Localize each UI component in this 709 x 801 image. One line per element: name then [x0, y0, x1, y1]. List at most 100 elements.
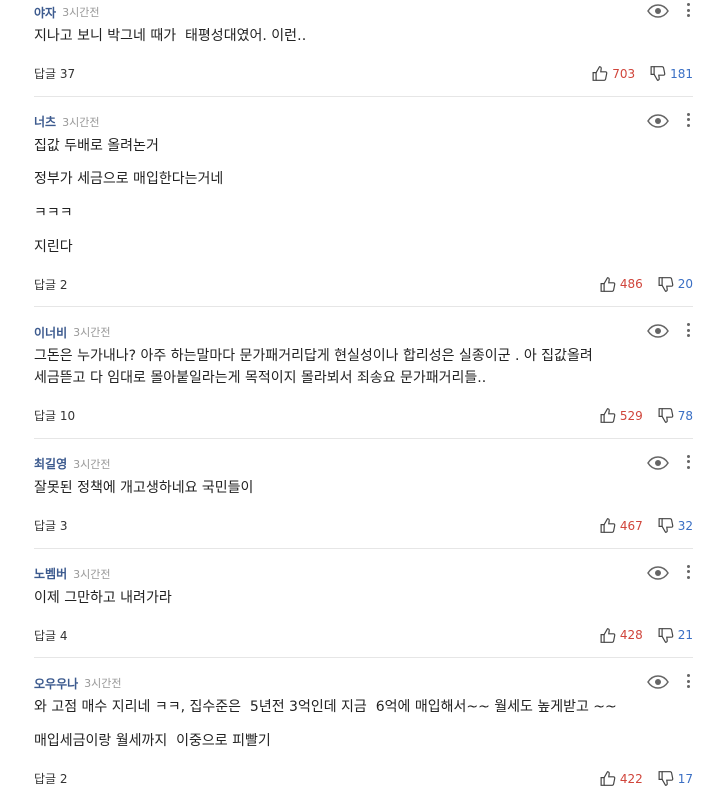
dislike-button[interactable]: 181 [649, 65, 693, 82]
more-options-icon[interactable] [683, 564, 693, 580]
comment-footer: 답글 10 529 78 [34, 404, 693, 438]
comment-tools [647, 564, 693, 580]
comment-footer: 답글 37 703 181 [34, 62, 693, 96]
comment-header: 너츠 3시간전 [34, 110, 693, 132]
comment-text-line: 정부가 세금으로 매입한다는거네 [34, 171, 224, 188]
comment-time: 3시간전 [84, 677, 122, 691]
comment-tools [647, 673, 693, 689]
eye-icon[interactable] [647, 455, 669, 470]
reply-button[interactable]: 답글 2 [34, 276, 68, 293]
reply-button[interactable]: 답글 2 [34, 770, 68, 787]
more-options-icon[interactable] [683, 2, 693, 18]
thumbs-down-icon [657, 770, 678, 787]
thumbs-down-icon [657, 517, 678, 534]
comment-item: 노벰버 3시간전 이제 그만하고 내려가라 답글 4 428 21 [34, 549, 693, 659]
eye-icon[interactable] [647, 323, 669, 339]
dislike-count: 21 [677, 628, 693, 643]
thumbs-up-icon [599, 627, 620, 644]
reply-button[interactable]: 답글 4 [34, 627, 68, 644]
like-button[interactable]: 703 [591, 65, 635, 82]
comment-header: 오우우나 3시간전 [34, 671, 693, 693]
comment-text-line: ㅋㅋㅋ [34, 205, 73, 222]
eye-icon[interactable] [647, 113, 669, 128]
vote-group: 703 181 [577, 65, 693, 82]
comment-time: 3시간전 [73, 567, 111, 581]
comment-author[interactable]: 노벰버 [34, 565, 67, 582]
like-count: 529 [619, 408, 643, 423]
comment-body: 그돈은 누가내나? 아주 하는말마다 문가패거리답게 현실성이나 합리성은 실종… [34, 346, 693, 389]
thumbs-up-icon [599, 407, 620, 424]
dislike-button[interactable]: 21 [657, 627, 693, 644]
like-button[interactable]: 422 [599, 770, 643, 787]
thumbs-up-icon [599, 770, 620, 787]
comment-header: 이너비 3시간전 [34, 320, 693, 342]
comment-text-line: 지나고 보니 박그네 때가 태평성대였어. 이런‥ [34, 28, 307, 44]
more-options-icon[interactable] [683, 322, 693, 338]
thumbs-down-icon [657, 627, 678, 644]
comment-footer: 답글 3 467 32 [34, 514, 693, 548]
comment-time: 3시간전 [62, 115, 100, 129]
comment-header: 야자 3시간전 [34, 0, 693, 22]
reply-button[interactable]: 답글 10 [34, 407, 75, 424]
more-options-icon[interactable] [683, 454, 693, 470]
comment-footer: 답글 2 422 17 [34, 767, 693, 801]
like-count: 422 [619, 771, 643, 786]
comment-text-line: 집값 두배로 올려논거 [34, 137, 159, 154]
comment-footer: 답글 4 428 21 [34, 623, 693, 657]
like-count: 486 [619, 277, 643, 292]
comment-author[interactable]: 오우우나 [34, 675, 78, 692]
dislike-count: 78 [677, 408, 693, 423]
comment-author[interactable]: 최길영 [34, 455, 67, 472]
eye-icon[interactable] [647, 3, 669, 18]
more-options-icon[interactable] [683, 673, 693, 689]
like-button[interactable]: 486 [599, 276, 643, 293]
thumbs-up-icon [591, 65, 612, 82]
comment-body: 와 고점 매수 지리네 ㅋㅋ, 집수준은 5년전 3억인데 지금 6억에 매입해… [34, 697, 693, 752]
dislike-button[interactable]: 20 [657, 276, 693, 293]
like-count: 428 [619, 628, 643, 643]
comment-header: 노벰버 3시간전 [34, 562, 693, 584]
comment-body: 집값 두배로 올려논거 정부가 세금으로 매입한다는거네 ㅋㅋㅋ 지린다 [34, 136, 693, 259]
reply-button[interactable]: 답글 3 [34, 517, 68, 534]
like-button[interactable]: 529 [599, 407, 643, 424]
comment-time: 3시간전 [62, 6, 100, 19]
eye-icon[interactable] [647, 565, 669, 580]
thumbs-up-icon [599, 517, 620, 534]
dislike-count: 181 [670, 66, 693, 81]
thumbs-down-icon [657, 407, 678, 424]
like-button[interactable]: 467 [599, 517, 643, 534]
comment-text-line: 매입세금이랑 월세까지 이중으로 피빨기 [34, 732, 271, 749]
comment-tools [647, 322, 693, 339]
comment-text-line: 그돈은 누가내나? 아주 하는말마다 문가패거리답게 현실성이나 합리성은 실종… [34, 348, 593, 387]
comment-item: 야자 3시간전 지나고 보니 박그네 때가 태평성대였어. 이런‥ 답글 37 … [34, 0, 693, 97]
dislike-button[interactable]: 32 [657, 517, 693, 534]
comment-tools [647, 112, 693, 128]
comment-author[interactable]: 야자 [34, 4, 56, 21]
comment-item: 오우우나 3시간전 와 고점 매수 지리네 ㅋㅋ, 집수준은 5년전 3억인데 … [34, 658, 693, 800]
reply-button[interactable]: 답글 37 [34, 65, 75, 82]
like-count: 467 [619, 518, 643, 533]
comment-text-line: 와 고점 매수 지리네 ㅋㅋ, 집수준은 5년전 3억인데 지금 6억에 매입해… [34, 699, 617, 716]
like-button[interactable]: 428 [599, 627, 643, 644]
comment-tools [647, 2, 693, 18]
comment-body: 지나고 보니 박그네 때가 태평성대였어. 이런‥ [34, 26, 693, 48]
comment-body: 잘못된 정책에 개고생하네요 국민들이 [34, 478, 693, 500]
comment-time: 3시간전 [73, 326, 111, 340]
comment-text-line: 잘못된 정책에 개고생하네요 국민들이 [34, 479, 254, 496]
comment-author[interactable]: 너츠 [34, 113, 56, 130]
comment-list: 야자 3시간전 지나고 보니 박그네 때가 태평성대였어. 이런‥ 답글 37 … [0, 0, 709, 801]
comment-body: 이제 그만하고 내려가라 [34, 588, 693, 610]
more-options-icon[interactable] [683, 112, 693, 128]
comment-text-line: 이제 그만하고 내려가라 [34, 589, 172, 606]
dislike-button[interactable]: 17 [657, 770, 693, 787]
dislike-button[interactable]: 78 [657, 407, 693, 424]
thumbs-up-icon [599, 276, 620, 293]
comment-tools [647, 454, 693, 470]
vote-group: 529 78 [585, 407, 693, 424]
dislike-count: 32 [677, 518, 693, 533]
comment-author[interactable]: 이너비 [34, 324, 67, 341]
vote-group: 467 32 [585, 517, 693, 534]
comment-header: 최길영 3시간전 [34, 452, 693, 474]
comment-item: 너츠 3시간전 집값 두배로 올려논거 정부가 세금으로 매입한다는거네 ㅋㅋㅋ 지린… [34, 97, 693, 308]
eye-icon[interactable] [647, 674, 669, 689]
